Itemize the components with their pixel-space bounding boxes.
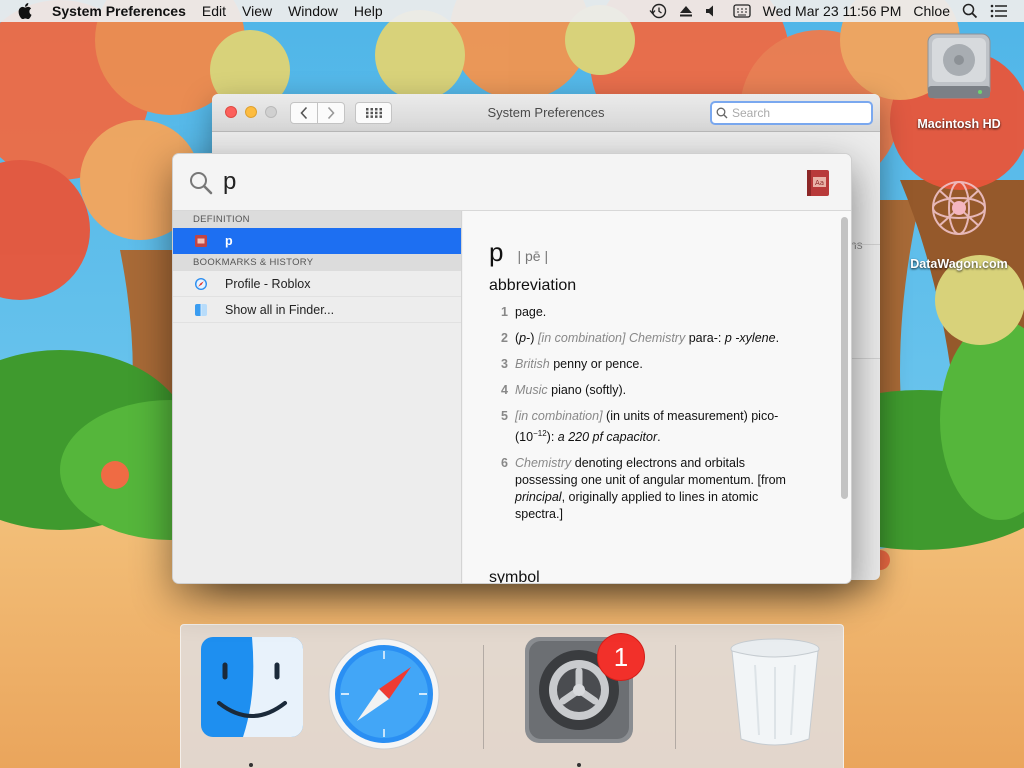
network-icon — [904, 170, 1014, 251]
spotlight-query-input[interactable]: p — [223, 168, 236, 196]
hard-drive-icon — [904, 30, 1014, 111]
sense-label: British — [515, 357, 550, 371]
dock-separator — [483, 645, 484, 749]
definition-sense: 5 [in combination] (in units of measurem… — [501, 408, 801, 446]
dock: 1 — [180, 624, 844, 768]
menu-app-name[interactable]: System Preferences — [44, 0, 194, 22]
definition-sense: 4 Music piano (softly). — [501, 382, 801, 399]
spotlight-icon[interactable] — [956, 3, 984, 19]
definition-part-of-speech: abbreviation — [489, 277, 577, 294]
sense-end: . — [657, 430, 661, 445]
dock-item-safari[interactable] — [327, 637, 441, 756]
safari-icon — [328, 638, 440, 750]
desktop-icon-macintosh-hd[interactable]: Macintosh HD — [904, 30, 1014, 131]
sense-number: 5 — [501, 409, 508, 423]
definition-pronunciation: | pē | — [517, 248, 549, 264]
sense-number: 3 — [501, 357, 508, 371]
desktop-icon-datawagon[interactable]: DataWagon.com — [904, 170, 1014, 271]
window-titlebar: System Preferences Search — [212, 94, 880, 132]
definition-preview: p | pē | abbreviation 1 page. 2 (p-) [in… — [463, 211, 851, 583]
sense-end: . — [775, 331, 780, 345]
search-icon — [190, 172, 213, 195]
search-icon — [716, 107, 728, 119]
definition-senses: 1 page. 2 (p-) [in combination] Chemistr… — [501, 304, 801, 532]
menu-clock[interactable]: Wed Mar 23 11:56 PM — [757, 0, 908, 22]
sense-text: para-: — [685, 331, 725, 345]
definition-sense: 2 (p-) [in combination] Chemistry para-:… — [501, 330, 801, 347]
menu-edit[interactable]: Edit — [194, 0, 234, 22]
dock-item-finder[interactable] — [199, 635, 305, 744]
dictionary-icon: Aa — [807, 170, 829, 196]
sense-example: principal — [515, 490, 562, 505]
result-label: Profile - Roblox — [225, 276, 311, 291]
desktop-icon-label: Macintosh HD — [917, 117, 1001, 131]
section-header-bookmarks: BOOKMARKS & HISTORY — [173, 254, 461, 271]
definition-sense: 3 British penny or pence. — [501, 356, 801, 373]
running-indicator — [577, 763, 581, 767]
apple-menu-icon[interactable] — [0, 3, 44, 19]
safari-icon — [195, 277, 207, 290]
spotlight-results-list: DEFINITION p BOOKMARKS & HISTORY Profile… — [173, 211, 462, 583]
sense-mid: -) — [526, 331, 538, 345]
result-definition-p[interactable]: p — [173, 228, 461, 254]
sense-superscript: −12 — [533, 429, 547, 438]
result-show-all-in-finder[interactable]: Show all in Finder... — [173, 297, 461, 323]
sense-after: ): — [546, 430, 558, 445]
menu-user[interactable]: Chloe — [907, 0, 956, 22]
menu-window[interactable]: Window — [280, 0, 346, 22]
finder-icon — [195, 303, 207, 316]
definition-word: p — [489, 237, 504, 267]
notification-center-icon[interactable] — [984, 4, 1024, 18]
trash-icon — [730, 638, 820, 746]
desktop-icon-label: DataWagon.com — [910, 257, 1008, 271]
result-label: Show all in Finder... — [225, 302, 335, 317]
time-machine-icon[interactable] — [643, 3, 673, 19]
scrollbar[interactable] — [841, 217, 848, 499]
definition-next-heading: symbol — [489, 569, 540, 583]
sense-number: 2 — [501, 331, 508, 345]
dictionary-icon — [195, 235, 207, 247]
sense-example: a 220 pf capacitor — [557, 430, 658, 445]
definition-sense: 1 page. — [501, 304, 801, 321]
sense-label: Music — [515, 383, 548, 397]
input-menu-icon[interactable] — [727, 3, 757, 19]
sense-number: 6 — [501, 456, 508, 471]
menu-help[interactable]: Help — [346, 0, 391, 22]
definition-headword: p | pē | — [489, 237, 548, 268]
sense-number: 1 — [501, 305, 508, 319]
result-label: p — [225, 234, 233, 248]
svg-text:Aa: Aa — [815, 179, 824, 187]
sense-example: p -xylene — [724, 331, 776, 345]
finder-icon — [201, 637, 303, 737]
sense-number: 4 — [501, 383, 508, 397]
result-bookmark-profile-roblox[interactable]: Profile - Roblox — [173, 271, 461, 297]
menu-bar: System Preferences Edit View Window Help… — [0, 0, 1024, 22]
search-field[interactable]: Search — [710, 101, 873, 125]
search-placeholder: Search — [732, 106, 771, 120]
dock-item-trash[interactable] — [727, 635, 823, 756]
eject-icon[interactable] — [673, 4, 699, 18]
running-indicator — [249, 763, 253, 767]
sense-label: [in combination] — [515, 409, 603, 423]
definition-sense: 6 Chemistry denoting electrons and orbit… — [501, 455, 801, 523]
notification-badge: 1 — [597, 633, 645, 681]
sense-text: page. — [515, 305, 547, 319]
sense-label: [in combination] Chemistry — [537, 331, 686, 345]
sense-label: Chemistry — [515, 456, 572, 471]
menu-view[interactable]: View — [234, 0, 280, 22]
spotlight-panel: p Aa DEFINITION p BOOKMARKS & HISTORY Pr… — [172, 153, 852, 584]
volume-icon[interactable] — [699, 4, 727, 18]
sense-text: piano (softly). — [547, 383, 627, 397]
section-header-definition: DEFINITION — [173, 211, 461, 228]
dock-separator — [675, 645, 676, 749]
spotlight-query-bar[interactable]: p Aa — [173, 154, 851, 211]
sense-text: penny or pence. — [549, 357, 643, 371]
